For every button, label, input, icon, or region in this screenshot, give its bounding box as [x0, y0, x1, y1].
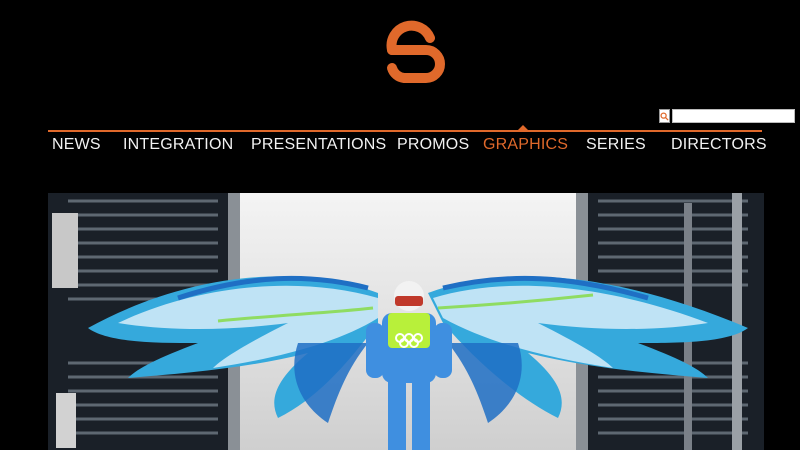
nav-item-graphics[interactable]: GRAPHICS — [483, 136, 568, 154]
nav-item-directors[interactable]: DIRECTORS — [671, 136, 767, 154]
nav-item-presentations[interactable]: PRESENTATIONS — [251, 136, 386, 154]
hero-illustration — [48, 193, 764, 450]
nav-item-news[interactable]: NEWS — [52, 136, 101, 154]
search-box — [659, 109, 795, 123]
main-nav: NEWS INTEGRATION PRESENTATIONS PROMOS GR… — [0, 136, 800, 156]
search-icon — [660, 111, 669, 121]
brand-logo-icon[interactable] — [382, 20, 446, 92]
nav-item-series[interactable]: SERIES — [586, 136, 646, 154]
nav-item-promos[interactable]: PROMOS — [397, 136, 469, 154]
hero-image[interactable] — [48, 193, 764, 450]
nav-divider-line — [48, 130, 762, 132]
active-nav-pointer-icon — [517, 125, 529, 131]
search-input[interactable] — [672, 109, 795, 123]
search-button[interactable] — [659, 109, 670, 123]
nav-item-integration[interactable]: INTEGRATION — [123, 136, 233, 154]
